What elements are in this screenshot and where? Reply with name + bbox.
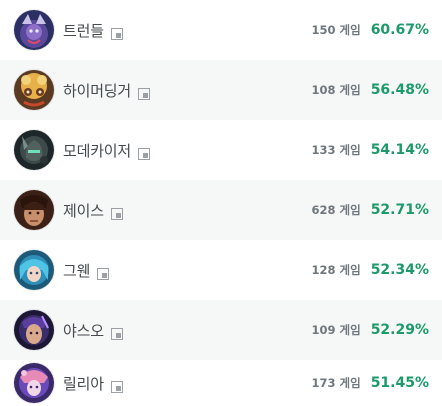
champion-row-gwen[interactable]: 그웬 128 게임 52.34% [0, 240, 442, 300]
champion-name[interactable]: 야스오 [63, 320, 104, 341]
champion-name[interactable]: 제이스 [63, 200, 104, 221]
champion-name[interactable]: 트런들 [63, 20, 104, 41]
champion-name[interactable]: 모데카이저 [63, 140, 131, 161]
games-count: 109 게임 [311, 323, 361, 337]
champion-name[interactable]: 릴리아 [63, 373, 104, 394]
win-rate: 52.29% [370, 322, 429, 338]
gwen-portrait-icon[interactable] [14, 250, 54, 290]
games-count: 150 게임 [311, 23, 361, 37]
champion-row-heimerdinger[interactable]: 하이머딩거 108 게임 56.48% [0, 60, 442, 120]
win-rate: 60.67% [370, 22, 429, 38]
games-count: 128 게임 [311, 263, 361, 277]
win-rate: 51.45% [370, 375, 429, 391]
win-rate: 54.14% [370, 142, 429, 158]
build-link-icon[interactable] [110, 25, 123, 40]
build-link-icon[interactable] [110, 378, 123, 393]
champion-row-trundle[interactable]: 트런들 150 게임 60.67% [0, 0, 442, 60]
build-link-icon[interactable] [110, 205, 123, 220]
champion-stats-list: 트런들 150 게임 60.67% 하이머딩거 108 게임 56.48% 모데… [0, 0, 442, 406]
champion-row-jayce[interactable]: 제이스 628 게임 52.71% [0, 180, 442, 240]
lillia-portrait-icon[interactable] [14, 363, 54, 403]
win-rate: 52.71% [370, 202, 429, 218]
build-link-icon[interactable] [97, 265, 110, 280]
yasuo-portrait-icon[interactable] [14, 310, 54, 350]
win-rate: 52.34% [370, 262, 429, 278]
champion-name[interactable]: 그웬 [63, 260, 90, 281]
build-link-icon[interactable] [138, 85, 151, 100]
games-count: 133 게임 [311, 143, 361, 157]
games-count: 628 게임 [311, 203, 361, 217]
champion-row-yasuo[interactable]: 야스오 109 게임 52.29% [0, 300, 442, 360]
jayce-portrait-icon[interactable] [14, 190, 54, 230]
trundle-portrait-icon[interactable] [14, 10, 54, 50]
games-count: 108 게임 [311, 83, 361, 97]
heimerdinger-portrait-icon[interactable] [14, 70, 54, 110]
win-rate: 56.48% [370, 82, 429, 98]
champion-row-lillia[interactable]: 릴리아 173 게임 51.45% [0, 360, 442, 406]
build-link-icon[interactable] [138, 145, 151, 160]
champion-row-mordekaiser[interactable]: 모데카이저 133 게임 54.14% [0, 120, 442, 180]
champion-name[interactable]: 하이머딩거 [63, 80, 131, 101]
build-link-icon[interactable] [110, 325, 123, 340]
games-count: 173 게임 [311, 376, 361, 390]
mordekaiser-portrait-icon[interactable] [14, 130, 54, 170]
